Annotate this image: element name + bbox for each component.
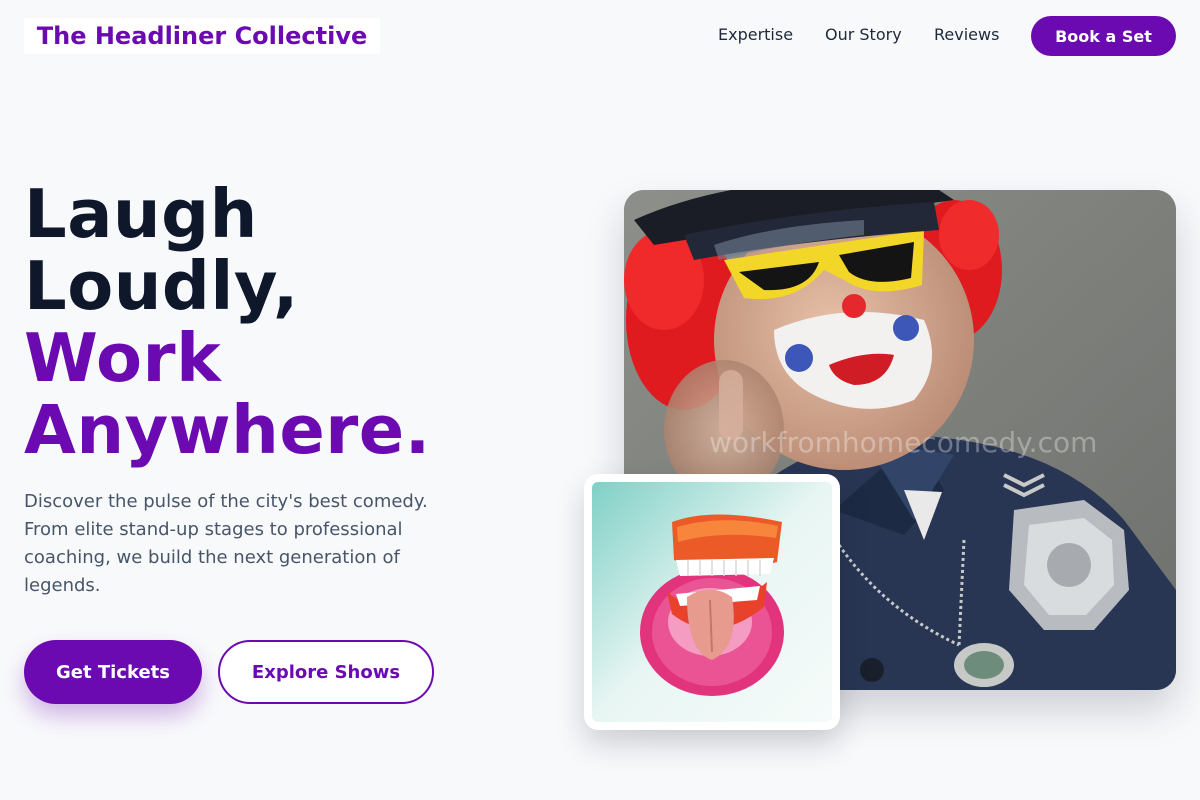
hero-card-image	[584, 474, 840, 730]
headline-line-3: Work	[24, 319, 222, 397]
explore-shows-button[interactable]: Explore Shows	[218, 640, 434, 704]
nav-link-reviews[interactable]: Reviews	[934, 25, 999, 45]
headline-line-4: Anywhere.	[24, 391, 431, 469]
chattering-teeth-illustration	[592, 482, 832, 722]
book-a-set-button[interactable]: Book a Set	[1031, 16, 1176, 56]
headline-line-2: Loudly,	[24, 247, 299, 325]
brand-logo[interactable]: The Headliner Collective	[24, 18, 380, 54]
nav-link-our-story[interactable]: Our Story	[825, 25, 902, 45]
hero-headline: Laugh Loudly, Work Anywhere.	[24, 178, 431, 466]
headline-line-1: Laugh	[24, 175, 258, 253]
get-tickets-button[interactable]: Get Tickets	[24, 640, 202, 704]
nav-link-expertise[interactable]: Expertise	[718, 25, 793, 45]
image-watermark: workfromhomecomedy.com	[709, 426, 1097, 459]
hero-description: Discover the pulse of the city's best co…	[24, 491, 428, 596]
